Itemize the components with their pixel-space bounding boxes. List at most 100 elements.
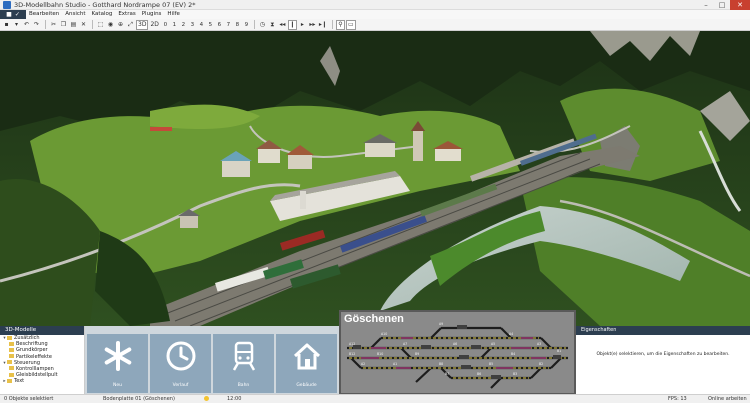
online-status[interactable]: Online arbeiten: [708, 395, 747, 403]
track-label-b7: B7: [445, 372, 449, 376]
pause-icon[interactable]: ❙: [287, 19, 297, 30]
fit-icon[interactable]: ⤢: [126, 20, 135, 30]
track-label-b9: B9: [415, 352, 419, 356]
catalog-tiles: Neu Verlauf Bahn Gebäude: [85, 326, 339, 394]
menu-plugins[interactable]: Plugins: [139, 10, 165, 19]
camera-slot-8[interactable]: 8: [233, 20, 242, 30]
track-label-a12: A12: [349, 342, 355, 346]
redo-icon[interactable]: ↷: [32, 20, 41, 30]
folder-icon: [9, 341, 14, 346]
folder-icon: [7, 360, 12, 365]
camera-slot-0[interactable]: 0: [161, 20, 170, 30]
rewind-icon[interactable]: ◂◂: [278, 20, 287, 30]
camera-slot-1[interactable]: 1: [170, 20, 179, 30]
folder-icon: [7, 378, 12, 383]
camera-slot-9[interactable]: 9: [242, 20, 251, 30]
track-label-a4: A4: [509, 332, 513, 336]
layer-status: Bodenplatte 01 (Göschenen): [103, 396, 175, 402]
menu-katalog[interactable]: Katalog: [89, 10, 116, 19]
track-label-b1: B1: [557, 349, 561, 353]
play-icon[interactable]: ▸: [298, 20, 307, 30]
tile-label: Gebäude: [296, 383, 317, 388]
hourglass-icon[interactable]: ⧗: [268, 20, 277, 30]
person-icon[interactable]: ⚲: [335, 19, 345, 30]
track-label-a10: A10: [381, 332, 387, 336]
mode-2d-button[interactable]: 2D: [149, 20, 159, 30]
track-label-a9: A9: [439, 322, 443, 326]
app-window: 3D-Modellbahn Studio - Gotthard Nordramp…: [0, 0, 750, 403]
paste-icon[interactable]: ▤: [69, 20, 78, 30]
camera-slot-6[interactable]: 6: [215, 20, 224, 30]
track-label-b12: B12: [349, 352, 355, 356]
toolbar-separator: [253, 20, 255, 29]
close-button[interactable]: ✕: [730, 0, 750, 10]
skip-icon[interactable]: ▸❙: [318, 20, 328, 30]
toolbar-separator: [92, 20, 93, 29]
menu-bearbeiten[interactable]: Bearbeiten: [26, 10, 62, 19]
track-label-a3: A3: [537, 342, 541, 346]
model-tree-panel: 3D-Modelle ▾ Zusätzlich Beschriftung Grun…: [0, 326, 85, 394]
tile-neu[interactable]: Neu: [87, 334, 148, 393]
asterisk-icon: [104, 341, 132, 371]
camera-slot-7[interactable]: 7: [224, 20, 233, 30]
tile-verlauf[interactable]: Verlauf: [150, 334, 211, 393]
copy-icon[interactable]: ❐: [59, 20, 68, 30]
check-icon: ✓: [14, 11, 20, 18]
menu-extras[interactable]: Extras: [115, 10, 138, 19]
camera-slot-5[interactable]: 5: [206, 20, 215, 30]
tile-label: Verlauf: [172, 383, 189, 388]
track-label-a7: A7: [403, 342, 407, 346]
train-icon: [232, 341, 256, 371]
cut-icon[interactable]: ✂: [49, 20, 58, 30]
folder-icon: [9, 354, 14, 359]
window-title: 3D-Modellbahn Studio - Gotthard Nordramp…: [14, 1, 196, 9]
time-status: 12:00: [227, 396, 242, 402]
file-menu-button[interactable]: ■ ✓: [0, 10, 26, 19]
title-bar: 3D-Modellbahn Studio - Gotthard Nordramp…: [0, 0, 750, 10]
track-diagram-panel[interactable]: A12 A10 A9 A7 A6 A5 A4 A3 A2 A1 B12 B10 …: [339, 310, 576, 395]
tile-bahn[interactable]: Bahn: [213, 334, 274, 393]
minimize-button[interactable]: –: [698, 0, 714, 10]
zoom-icon[interactable]: ⊕: [116, 20, 125, 30]
mode-3d-button[interactable]: 3D: [136, 19, 149, 30]
toolbar: ▪ ▾ ↶ ↷ ✂ ❐ ▤ ✕ ⬚ ◉ ⊕ ⤢ 3D 2D 0 1 2 3 4 …: [0, 19, 750, 31]
track-label-b8: B8: [439, 362, 443, 366]
track-label-b5: B5: [489, 362, 493, 366]
camera-slot-3[interactable]: 3: [188, 20, 197, 30]
maximize-button[interactable]: □: [714, 0, 730, 10]
undo-icon[interactable]: ↶: [22, 20, 31, 30]
fast-forward-icon[interactable]: ▸▸: [308, 20, 317, 30]
folder-icon: [9, 347, 14, 352]
camera-slot-2[interactable]: 2: [179, 20, 188, 30]
status-bar: 0 Objekte selektiert Bodenplatte 01 (Gös…: [0, 394, 750, 403]
menu-ansicht[interactable]: Ansicht: [62, 10, 88, 19]
tile-gebaeude[interactable]: Gebäude: [276, 334, 337, 393]
track-label-b2: B2: [539, 362, 543, 366]
camera-slot-4[interactable]: 4: [197, 20, 206, 30]
file-icon: ■: [6, 11, 12, 18]
tree-header: 3D-Modelle: [0, 326, 84, 335]
clock-icon: [166, 341, 196, 371]
scene-render: [0, 31, 750, 326]
bulb-icon: [204, 395, 211, 403]
properties-panel: Eigenschaften Objekt(e) selektieren, um …: [576, 326, 750, 394]
track-label-b4: B4: [511, 352, 515, 356]
delete-icon[interactable]: ✕: [79, 20, 88, 30]
fps-status: FPS: 13: [668, 396, 687, 402]
folder-icon: [9, 372, 14, 377]
track-label-a5: A5: [491, 342, 495, 346]
tile-label: Neu: [113, 383, 122, 388]
tree-item-text[interactable]: ▸ Text: [0, 378, 84, 384]
dropdown-icon[interactable]: ▾: [12, 20, 21, 30]
properties-header: Eigenschaften: [576, 326, 750, 335]
menu-hilfe[interactable]: Hilfe: [164, 10, 183, 19]
selection-status: 0 Objekte selektiert: [4, 396, 54, 402]
save-icon[interactable]: ▪: [2, 20, 11, 30]
3d-viewport[interactable]: [0, 31, 750, 326]
folder-icon: [7, 335, 12, 340]
camera-icon[interactable]: ◉: [106, 20, 115, 30]
clock-icon[interactable]: ◷: [258, 20, 267, 30]
vr-icon[interactable]: ▭: [345, 19, 356, 30]
track-label-a1: A1: [393, 362, 397, 366]
select-icon[interactable]: ⬚: [96, 20, 105, 30]
